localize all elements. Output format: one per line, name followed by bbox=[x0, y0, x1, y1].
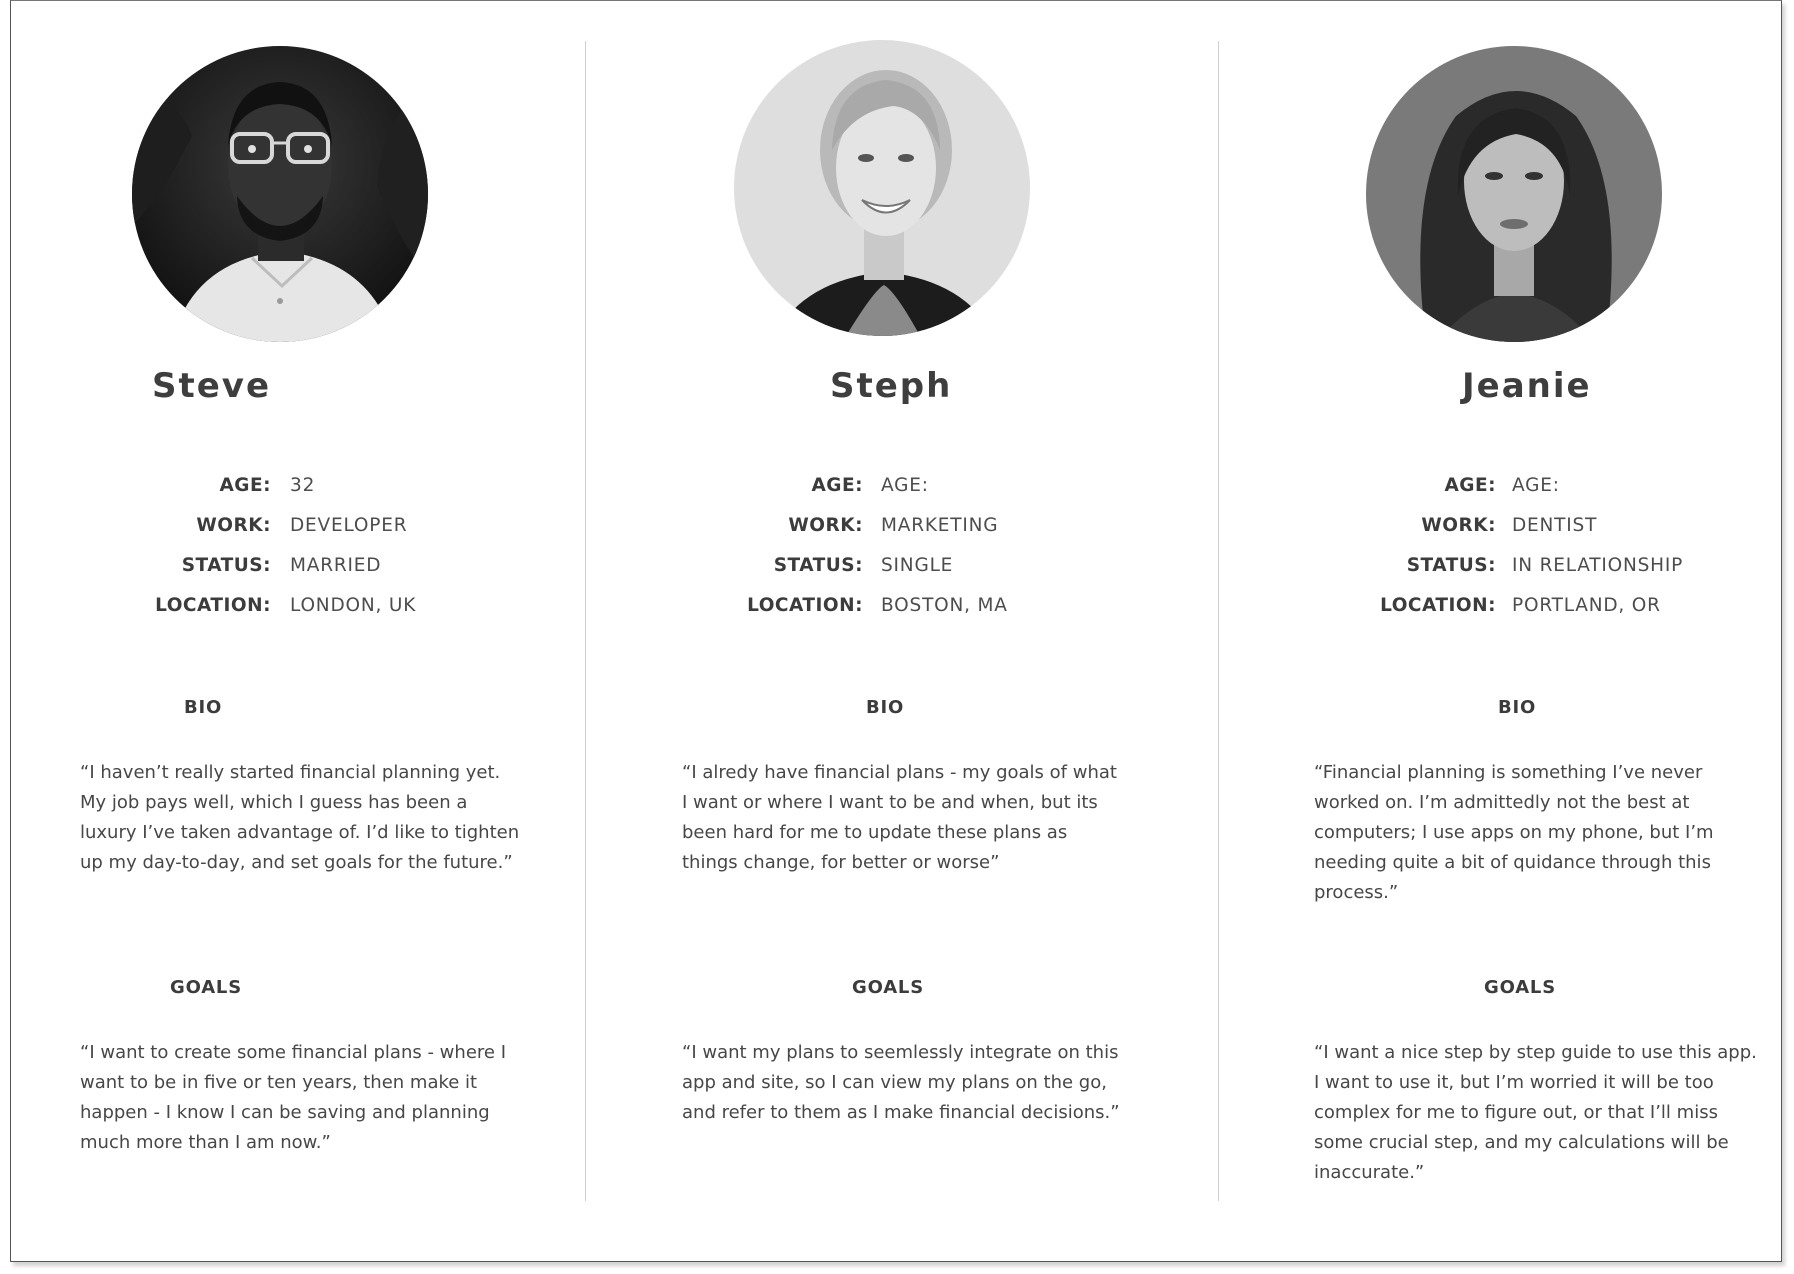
work-label: WORK: bbox=[788, 515, 863, 536]
persona-name: Steph bbox=[830, 366, 953, 406]
bio-line: worked on. I’m admittedly not the best a… bbox=[1314, 792, 1690, 813]
bio-line: luxury I’ve taken advantage of. I’d like… bbox=[80, 822, 520, 843]
goals-line: and refer to them as I make financial de… bbox=[682, 1102, 1120, 1123]
age-value: AGE: bbox=[1512, 475, 1560, 496]
bio-line: been hard for me to update these plans a… bbox=[682, 822, 1068, 843]
age-value: 32 bbox=[290, 475, 316, 496]
status-row: STATUS: MARRIED bbox=[0, 555, 585, 585]
bio-heading: BIO bbox=[184, 697, 223, 718]
bio-line: computers; I use apps on my phone, but I… bbox=[1314, 822, 1714, 843]
age-row: AGE: AGE: bbox=[586, 475, 1218, 505]
bio-line: things change, for better or worse” bbox=[682, 852, 1000, 873]
bio-line: up my day-to-day, and set goals for the … bbox=[80, 852, 513, 873]
goals-line: I want to use it, but I’m worried it wil… bbox=[1314, 1072, 1714, 1093]
goals-heading: GOALS bbox=[1484, 977, 1556, 998]
work-row: WORK: DENTIST bbox=[1219, 515, 1782, 545]
goals-line: inaccurate.” bbox=[1314, 1162, 1425, 1183]
location-row: LOCATION: PORTLAND, OR bbox=[1219, 595, 1782, 625]
bio-line: process.” bbox=[1314, 882, 1399, 903]
location-row: LOCATION: LONDON, UK bbox=[0, 595, 585, 625]
location-value: BOSTON, MA bbox=[881, 595, 1008, 616]
location-label: LOCATION: bbox=[155, 595, 271, 616]
age-label: AGE: bbox=[1444, 475, 1496, 496]
location-value: PORTLAND, OR bbox=[1512, 595, 1661, 616]
goals-line: much more than I am now.” bbox=[80, 1132, 331, 1153]
goals-line: some crucial step, and my calculations w… bbox=[1314, 1132, 1729, 1153]
bio-line: needing quite a bit of quidance through … bbox=[1314, 852, 1711, 873]
avatar-steph bbox=[734, 40, 1030, 336]
avatar-steve bbox=[132, 46, 428, 342]
goals-line: “I want a nice step by step guide to use… bbox=[1314, 1042, 1757, 1063]
goals-text: “I want my plans to seemlessly integrate… bbox=[682, 1038, 1120, 1128]
persona-card-steve: Steve AGE: 32 WORK: DEVELOPER STATUS: MA… bbox=[0, 0, 585, 1274]
work-value: DEVELOPER bbox=[290, 515, 408, 536]
work-label: WORK: bbox=[196, 515, 271, 536]
work-row: WORK: DEVELOPER bbox=[0, 515, 585, 545]
bio-line: “I alredy have financial plans - my goal… bbox=[682, 762, 1117, 783]
work-value: MARKETING bbox=[881, 515, 999, 536]
persona-name: Jeanie bbox=[1462, 366, 1592, 406]
age-row: AGE: AGE: bbox=[1219, 475, 1782, 505]
location-value: LONDON, UK bbox=[290, 595, 417, 616]
bio-line: “I haven’t really started financial plan… bbox=[80, 762, 501, 783]
goals-line: “I want to create some financial plans -… bbox=[80, 1042, 506, 1063]
goals-line: “I want my plans to seemlessly integrate… bbox=[682, 1042, 1119, 1063]
location-label: LOCATION: bbox=[747, 595, 863, 616]
persona-card-steph: Steph AGE: AGE: WORK: MARKETING STATUS: … bbox=[586, 0, 1218, 1274]
portrait-jeanie-image bbox=[1366, 46, 1662, 342]
status-value: SINGLE bbox=[881, 555, 954, 576]
goals-line: app and site, so I can view my plans on … bbox=[682, 1072, 1107, 1093]
portrait-steph-image bbox=[734, 40, 1030, 336]
bio-heading: BIO bbox=[1498, 697, 1537, 718]
persona-name: Steve bbox=[152, 366, 272, 406]
bio-text: “Financial planning is something I’ve ne… bbox=[1314, 758, 1724, 908]
status-value: IN RELATIONSHIP bbox=[1512, 555, 1684, 576]
status-label: STATUS: bbox=[181, 555, 271, 576]
status-label: STATUS: bbox=[773, 555, 863, 576]
avatar-jeanie bbox=[1366, 46, 1662, 342]
status-row: STATUS: IN RELATIONSHIP bbox=[1219, 555, 1782, 585]
goals-line: happen - I know I can be saving and plan… bbox=[80, 1102, 490, 1123]
bio-line: I want or where I want to be and when, b… bbox=[682, 792, 1098, 813]
bio-line: “Financial planning is something I’ve ne… bbox=[1314, 762, 1703, 783]
age-label: AGE: bbox=[811, 475, 863, 496]
goals-heading: GOALS bbox=[170, 977, 242, 998]
bio-line: My job pays well, which I guess has been… bbox=[80, 792, 468, 813]
age-label: AGE: bbox=[219, 475, 271, 496]
location-row: LOCATION: BOSTON, MA bbox=[586, 595, 1218, 625]
bio-text: “I haven’t really started financial plan… bbox=[80, 758, 520, 878]
age-value: AGE: bbox=[881, 475, 929, 496]
bio-text: “I alredy have financial plans - my goal… bbox=[682, 758, 1117, 878]
bio-heading: BIO bbox=[866, 697, 905, 718]
portrait-steve-image bbox=[132, 46, 428, 342]
location-label: LOCATION: bbox=[1380, 595, 1496, 616]
goals-line: complex for me to figure out, or that I’… bbox=[1314, 1102, 1718, 1123]
goals-line: want to be in five or ten years, then ma… bbox=[80, 1072, 478, 1093]
work-label: WORK: bbox=[1421, 515, 1496, 536]
status-row: STATUS: SINGLE bbox=[586, 555, 1218, 585]
goals-text: “I want a nice step by step guide to use… bbox=[1314, 1038, 1757, 1188]
goals-text: “I want to create some financial plans -… bbox=[80, 1038, 506, 1158]
goals-heading: GOALS bbox=[852, 977, 924, 998]
persona-card-jeanie: Jeanie AGE: AGE: WORK: DENTIST STATUS: I… bbox=[1219, 0, 1782, 1274]
work-row: WORK: MARKETING bbox=[586, 515, 1218, 545]
work-value: DENTIST bbox=[1512, 515, 1598, 536]
status-label: STATUS: bbox=[1406, 555, 1496, 576]
status-value: MARRIED bbox=[290, 555, 382, 576]
age-row: AGE: 32 bbox=[0, 475, 585, 505]
